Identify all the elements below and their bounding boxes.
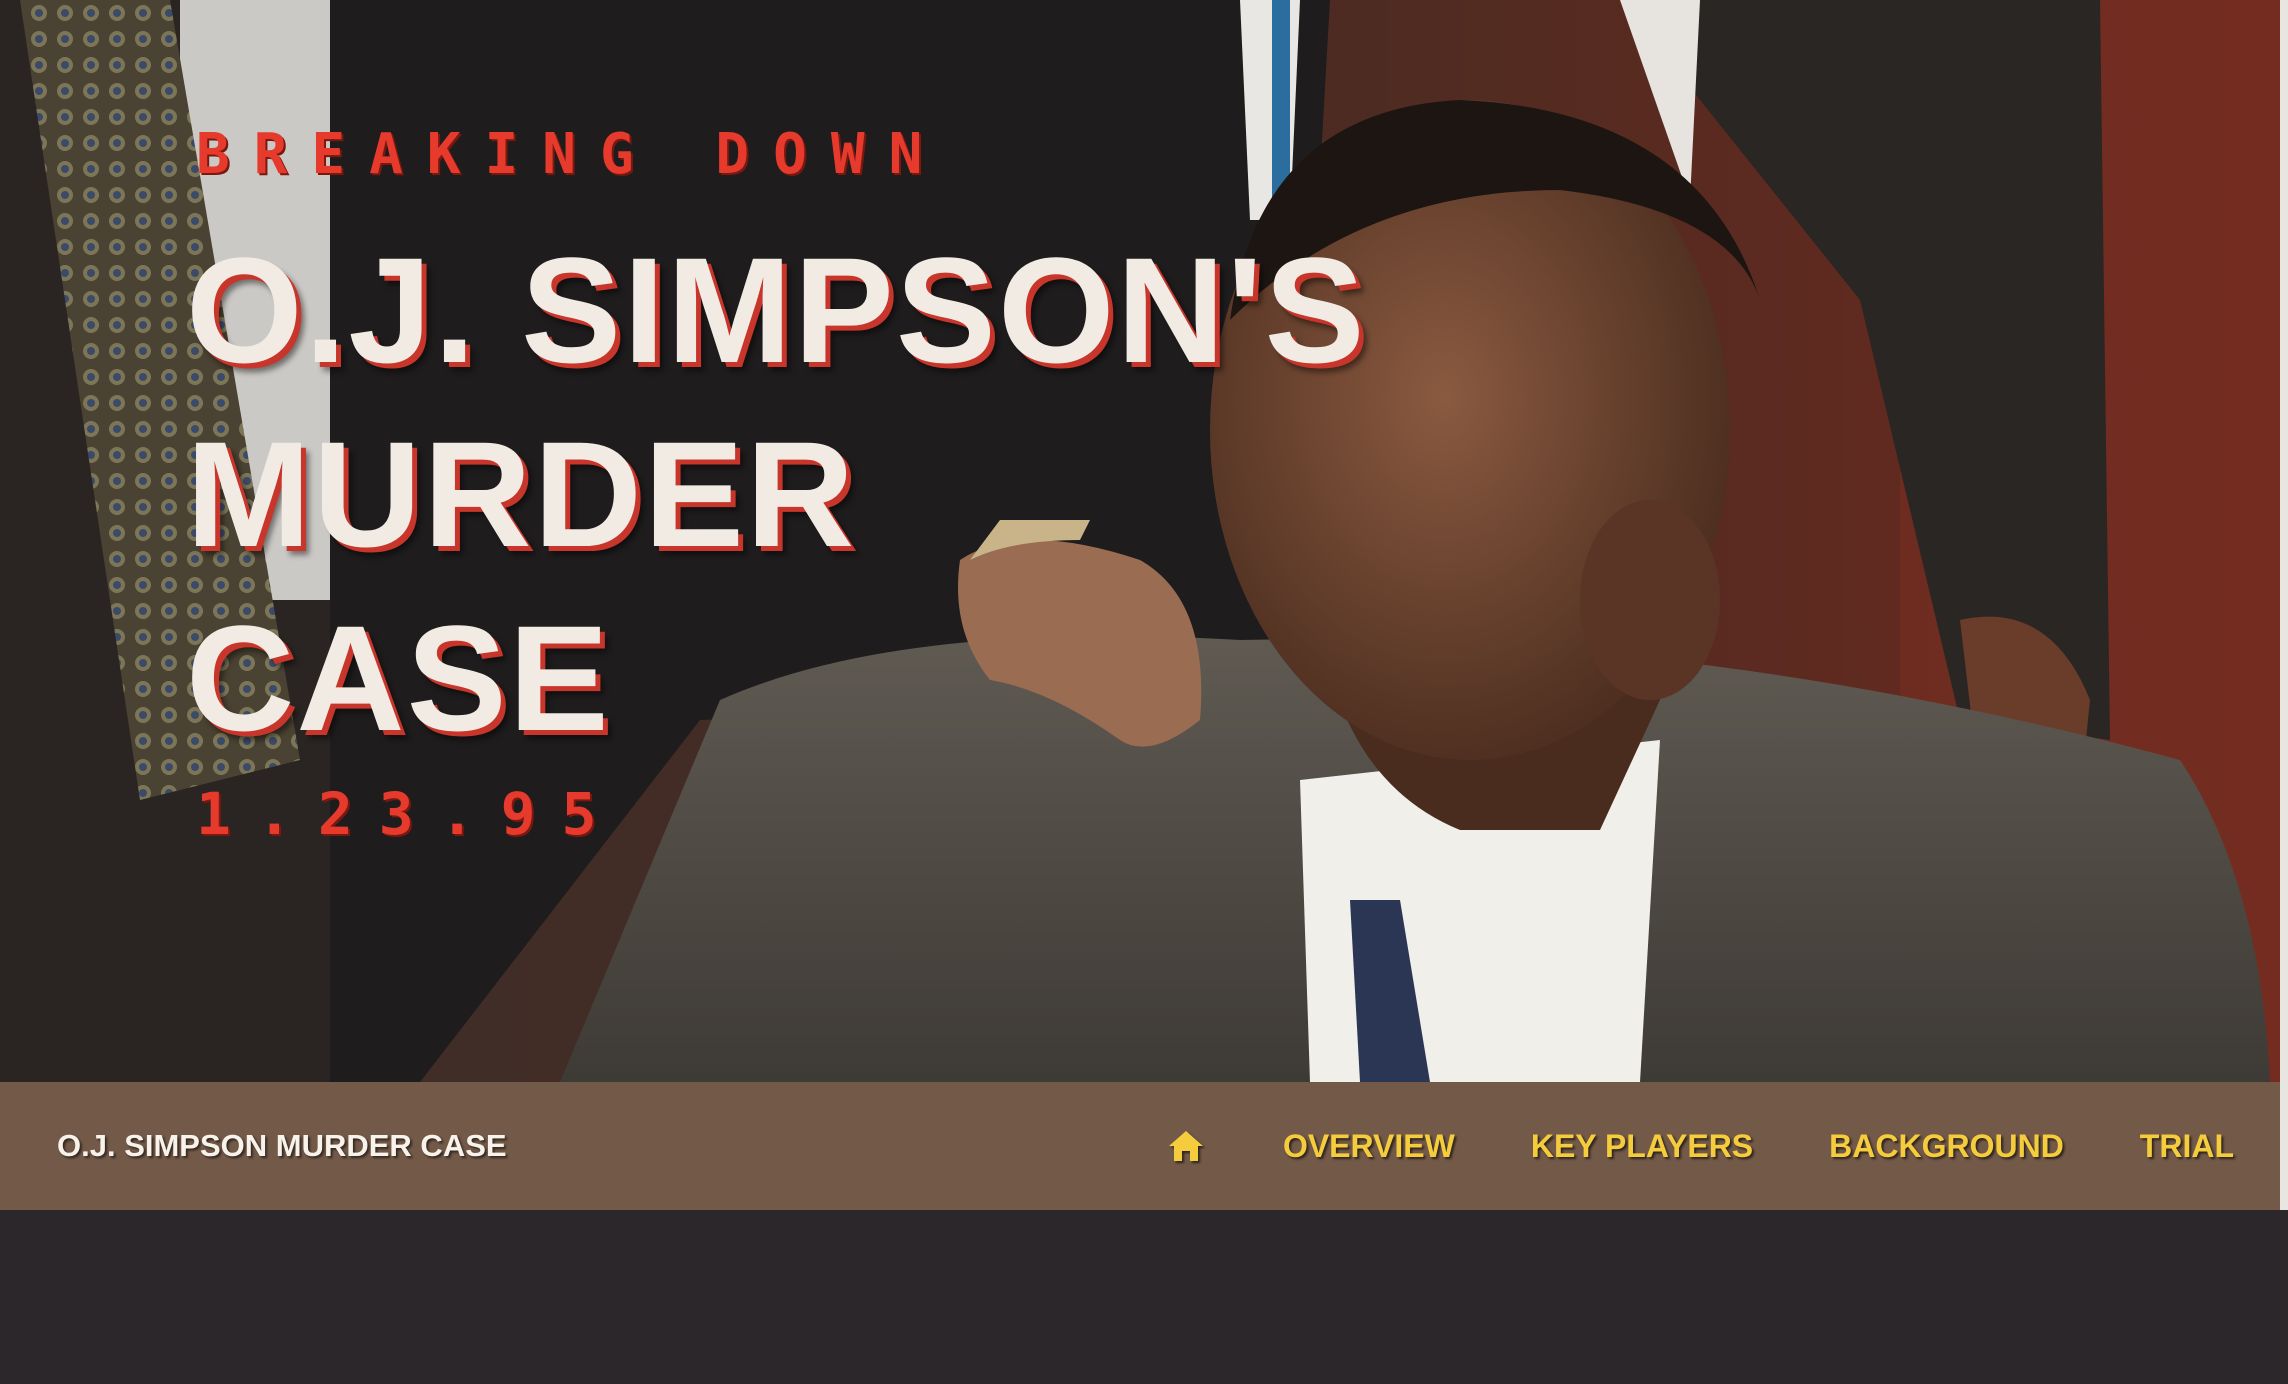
hero-section: BREAKING DOWN O.J. SIMPSON'S MURDER CASE… — [0, 0, 2280, 1082]
navbar: O.J. SIMPSON MURDER CASE OVERVIEW KEY PL… — [0, 1082, 2280, 1210]
title-line-3: CASE — [186, 594, 611, 762]
nav-link-background[interactable]: BACKGROUND — [1829, 1128, 2064, 1165]
site-brand[interactable]: O.J. SIMPSON MURDER CASE — [57, 1082, 507, 1210]
date-text: 1.23.95 — [196, 780, 623, 848]
nav-links: OVERVIEW KEY PLAYERS BACKGROUND TRIAL — [1167, 1082, 2234, 1210]
nav-link-overview[interactable]: OVERVIEW — [1283, 1128, 1455, 1165]
kicker-text: BREAKING DOWN — [196, 122, 947, 187]
title-line-1: O.J. SIMPSON'S — [186, 226, 1367, 394]
nav-link-trial[interactable]: TRIAL — [2140, 1128, 2234, 1165]
nav-link-key-players[interactable]: KEY PLAYERS — [1531, 1128, 1753, 1165]
page-title: O.J. SIMPSON'S MURDER CASE — [186, 218, 1367, 770]
content-area — [0, 1210, 2288, 1384]
scrollbar-track — [2280, 0, 2288, 1210]
home-icon — [1168, 1131, 1203, 1161]
title-line-2: MURDER — [186, 410, 857, 578]
home-link[interactable] — [1167, 1126, 1207, 1166]
